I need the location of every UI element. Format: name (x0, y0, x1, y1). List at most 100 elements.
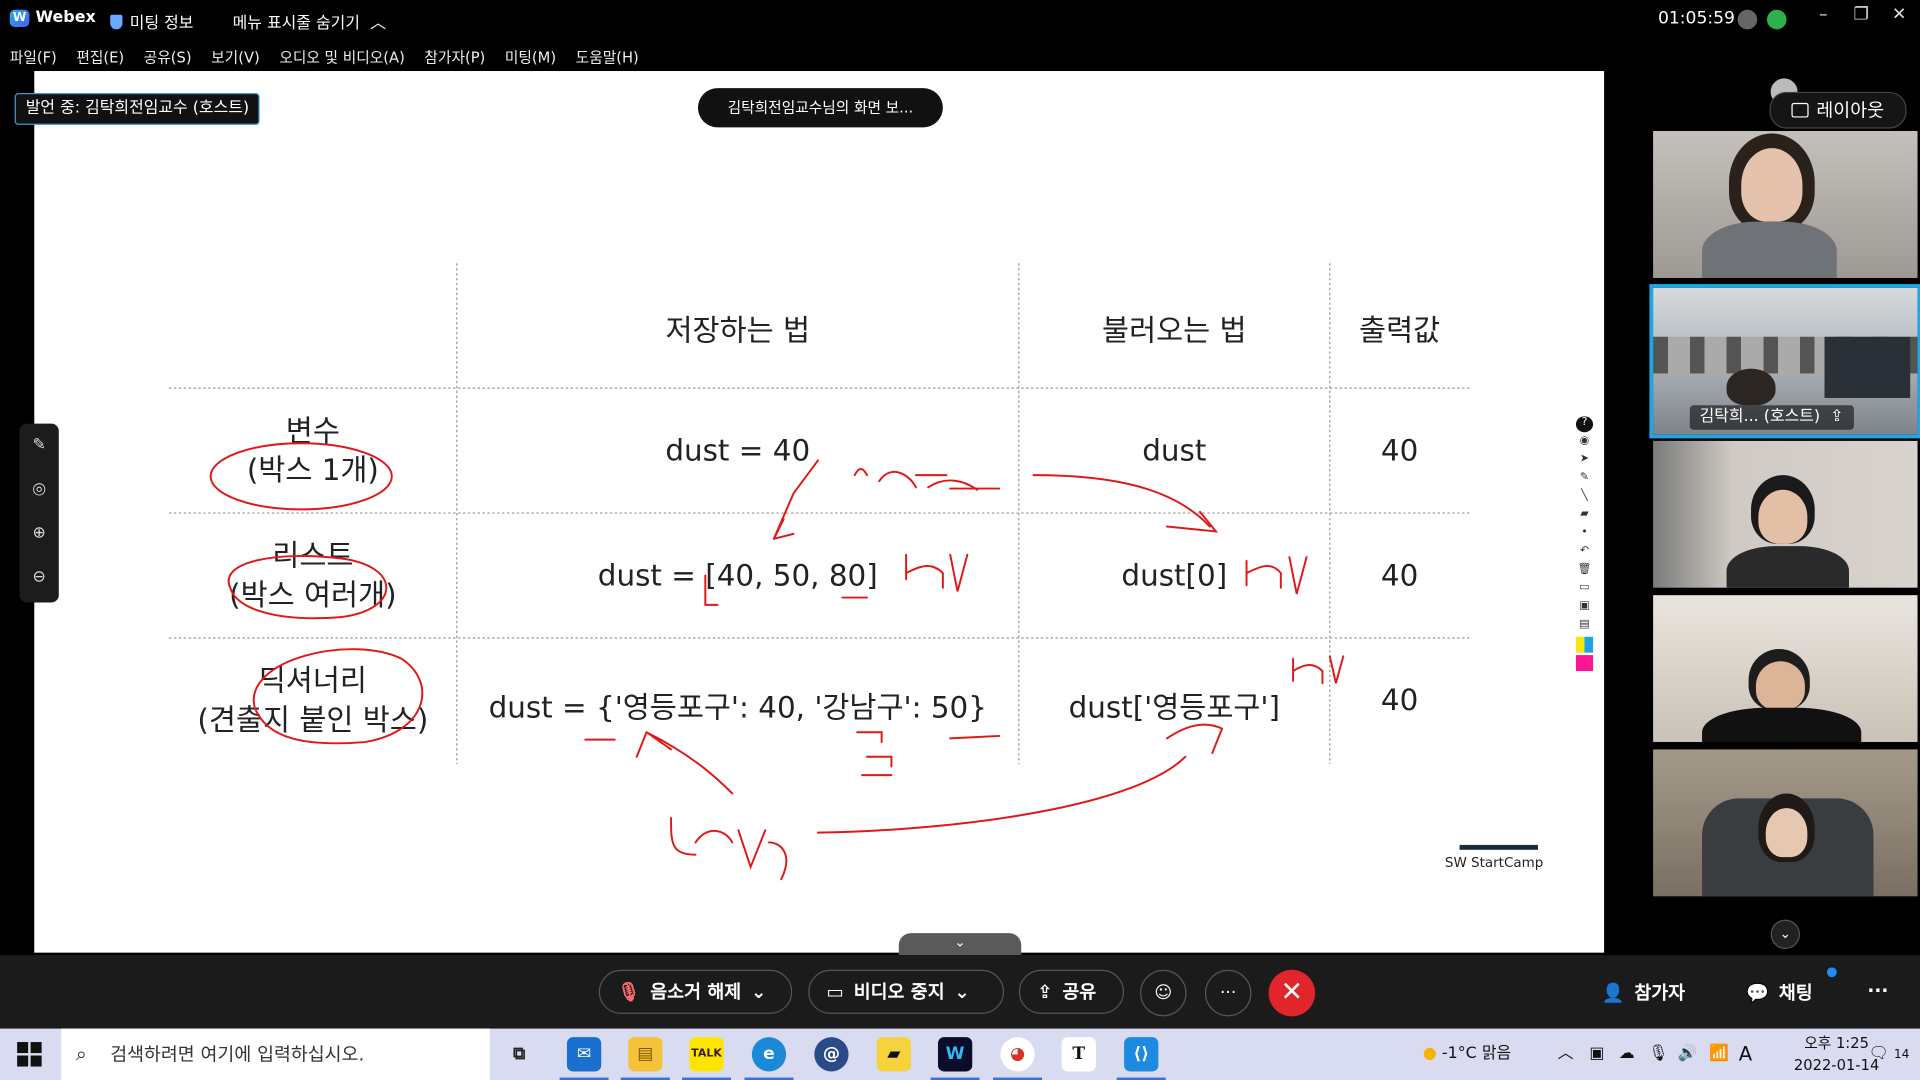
help-icon[interactable]: ? (1575, 416, 1594, 433)
clipboard-icon[interactable]: ▤ (1576, 618, 1593, 634)
scroll-down-button[interactable]: ⌄ (1770, 919, 1801, 949)
meeting-info-button[interactable]: 미팅 정보 (110, 10, 193, 33)
hide-menu-button[interactable]: 메뉴 표시줄 숨기기 ︿ (233, 10, 386, 33)
participant-tile[interactable] (1653, 749, 1918, 897)
windows-start-icon[interactable] (17, 1042, 42, 1067)
chat-label: 채팅 (1778, 982, 1813, 1005)
camera-icon[interactable]: ▣ (1576, 600, 1593, 616)
chat-unread-badge (1826, 967, 1837, 978)
undo-icon[interactable]: ↶ (1576, 545, 1593, 561)
mic-muted-icon: 🎙 (617, 980, 641, 1003)
zoom-out-icon[interactable]: ⊖ (20, 556, 59, 600)
chat-button[interactable]: 💬 채팅 (1746, 980, 1812, 1006)
leave-meeting-button[interactable]: ✕ (1268, 969, 1316, 1017)
line-icon[interactable]: ╲ (1576, 490, 1593, 506)
wifi-icon[interactable]: 📶 (1709, 1029, 1729, 1080)
weather-text: -1°C 맑음 (1441, 1044, 1512, 1063)
taskbar-clock[interactable]: 오후 1:25 2022-01-14 (1794, 1032, 1879, 1076)
reactions-button[interactable]: ☺ (1140, 969, 1187, 1017)
participant-tile[interactable] (1653, 131, 1918, 278)
participant-tile[interactable] (1653, 440, 1918, 588)
menu-file[interactable]: 파일(F) (0, 42, 67, 71)
menu-meeting[interactable]: 미팅(M) (495, 42, 566, 71)
pen-icon[interactable]: ✎ (20, 424, 59, 468)
share-button[interactable]: ⇪ 공유 (1018, 969, 1125, 1014)
collapse-controls-tab[interactable]: ⌄ (898, 933, 1022, 956)
classroom-monitor (1824, 336, 1911, 398)
vscode-icon[interactable]: ⟨⟩ (1116, 1037, 1166, 1080)
kakaotalk-icon[interactable]: TALK (682, 1037, 732, 1080)
menu-share[interactable]: 공유(S) (134, 42, 201, 71)
meet-now-icon[interactable]: ▣ (1589, 1029, 1604, 1080)
eraser-icon[interactable]: ▰ (1576, 508, 1593, 524)
share-icon: ⇪ (1037, 980, 1053, 1003)
participant-tile[interactable] (1653, 595, 1918, 743)
menu-audio-video[interactable]: 오디오 및 비디오(A) (270, 42, 415, 71)
participant-tile-host[interactable]: 김탁희... (호스트) ⇪ (1649, 284, 1920, 439)
app-name: Webex (35, 8, 96, 27)
chrome-icon[interactable]: ◕ (993, 1037, 1043, 1080)
zoom-in-icon[interactable]: ⊕ (20, 512, 59, 556)
weather-widget[interactable]: ● -1°C 맑음 (1423, 1029, 1511, 1080)
shared-slide: 저장하는 법 불러오는 법 출력값 변수 (박스 1개) dust = 40 d… (34, 71, 1605, 953)
notification-center-icon[interactable]: 🗨 14 (1869, 1029, 1910, 1080)
pointer-icon[interactable]: ◎ (20, 468, 59, 512)
chevron-down-icon: ⌄ (954, 980, 970, 1003)
participant-body (1702, 707, 1862, 743)
handwritten-annotations (209, 442, 1345, 881)
recording-icon[interactable] (1737, 9, 1758, 30)
more-options-button[interactable]: ··· (1204, 969, 1252, 1017)
stop-video-button[interactable]: ▭ 비디오 중지 ⌄ (808, 969, 1005, 1014)
onedrive-icon[interactable]: ☁ (1619, 1029, 1635, 1080)
sticky-notes-icon[interactable]: ▰ (876, 1037, 912, 1072)
trash-icon[interactable]: 🗑 (1576, 563, 1593, 579)
participant-face (1765, 808, 1808, 858)
taskbar-search[interactable]: ⌕ 검색하려면 여기에 입력하십시오. (61, 1028, 490, 1080)
minimize-icon[interactable]: – (1805, 5, 1842, 25)
unmute-button[interactable]: 🎙 음소거 해제 ⌄ (598, 969, 793, 1014)
cursor-icon[interactable]: ➤ (1576, 453, 1593, 469)
comment-icon[interactable]: ▭ (1576, 582, 1593, 598)
mail-app-icon[interactable]: ✉ (559, 1037, 609, 1080)
webex-taskbar-icon[interactable]: W (930, 1037, 980, 1080)
tray-chevron-icon[interactable]: ︿ (1558, 1029, 1574, 1080)
color-pink-icon[interactable] (1575, 655, 1594, 672)
edge-browser-icon[interactable]: e (744, 1037, 794, 1080)
panel-more-button[interactable]: ··· (1867, 980, 1888, 1002)
layout-button[interactable]: 레이아웃 (1769, 91, 1907, 129)
layout-label: 레이아웃 (1816, 99, 1885, 122)
participants-button[interactable]: 👤 참가자 (1602, 980, 1685, 1006)
menu-edit[interactable]: 편집(E) (67, 42, 134, 71)
taskbar-date: 2022-01-14 (1793, 1056, 1880, 1074)
task-view-icon[interactable]: ⧉ (502, 1037, 536, 1071)
file-explorer-icon[interactable]: ▤ (620, 1037, 670, 1080)
highlighter-icon[interactable]: ✎ (1576, 471, 1593, 487)
menu-view[interactable]: 보기(V) (201, 42, 269, 71)
viewing-screen-pill[interactable]: 김탁희전임교수님의 화면 보... (697, 88, 943, 128)
menu-participants[interactable]: 참가자(P) (415, 42, 495, 71)
ime-icon[interactable]: A (1739, 1029, 1752, 1080)
close-icon[interactable]: ✕ (1881, 5, 1918, 25)
layout-icon (1791, 102, 1810, 118)
active-speaker-tag: 발언 중: 김탁희전임교수 (호스트) (14, 93, 261, 125)
speaker-icon[interactable]: 🔊 (1678, 1029, 1698, 1080)
shield-icon (110, 14, 123, 29)
dot-icon[interactable]: • (1576, 527, 1593, 543)
chevron-up-icon: ︿ (365, 14, 387, 34)
emoji-icon: ☺ (1154, 983, 1173, 1003)
restore-icon[interactable]: ❐ (1843, 5, 1880, 25)
participant-body (1702, 221, 1837, 278)
participant-name: 김탁희... (호스트) ⇪ (1689, 405, 1854, 430)
webex-icon: W (9, 9, 30, 27)
typora-icon[interactable]: T (1061, 1037, 1096, 1072)
meeting-timer: 01:05:59 (1657, 8, 1735, 29)
search-icon: ⌕ (75, 1042, 87, 1066)
meeting-controls: 🎙 음소거 해제 ⌄ ▭ 비디오 중지 ⌄ ⇪ 공유 ☺ ··· ✕ 👤 참가자… (0, 955, 1920, 1029)
microphone-icon[interactable]: 🎙 (1648, 1029, 1668, 1080)
unmute-label: 음소거 해제 (650, 980, 742, 1003)
color-swatch-icon[interactable] (1575, 636, 1594, 653)
whale-browser-icon[interactable]: @ (814, 1037, 849, 1072)
network-health-icon[interactable] (1766, 9, 1787, 30)
eye-icon[interactable]: ◉ (1576, 435, 1593, 451)
menu-help[interactable]: 도움말(H) (566, 42, 649, 71)
